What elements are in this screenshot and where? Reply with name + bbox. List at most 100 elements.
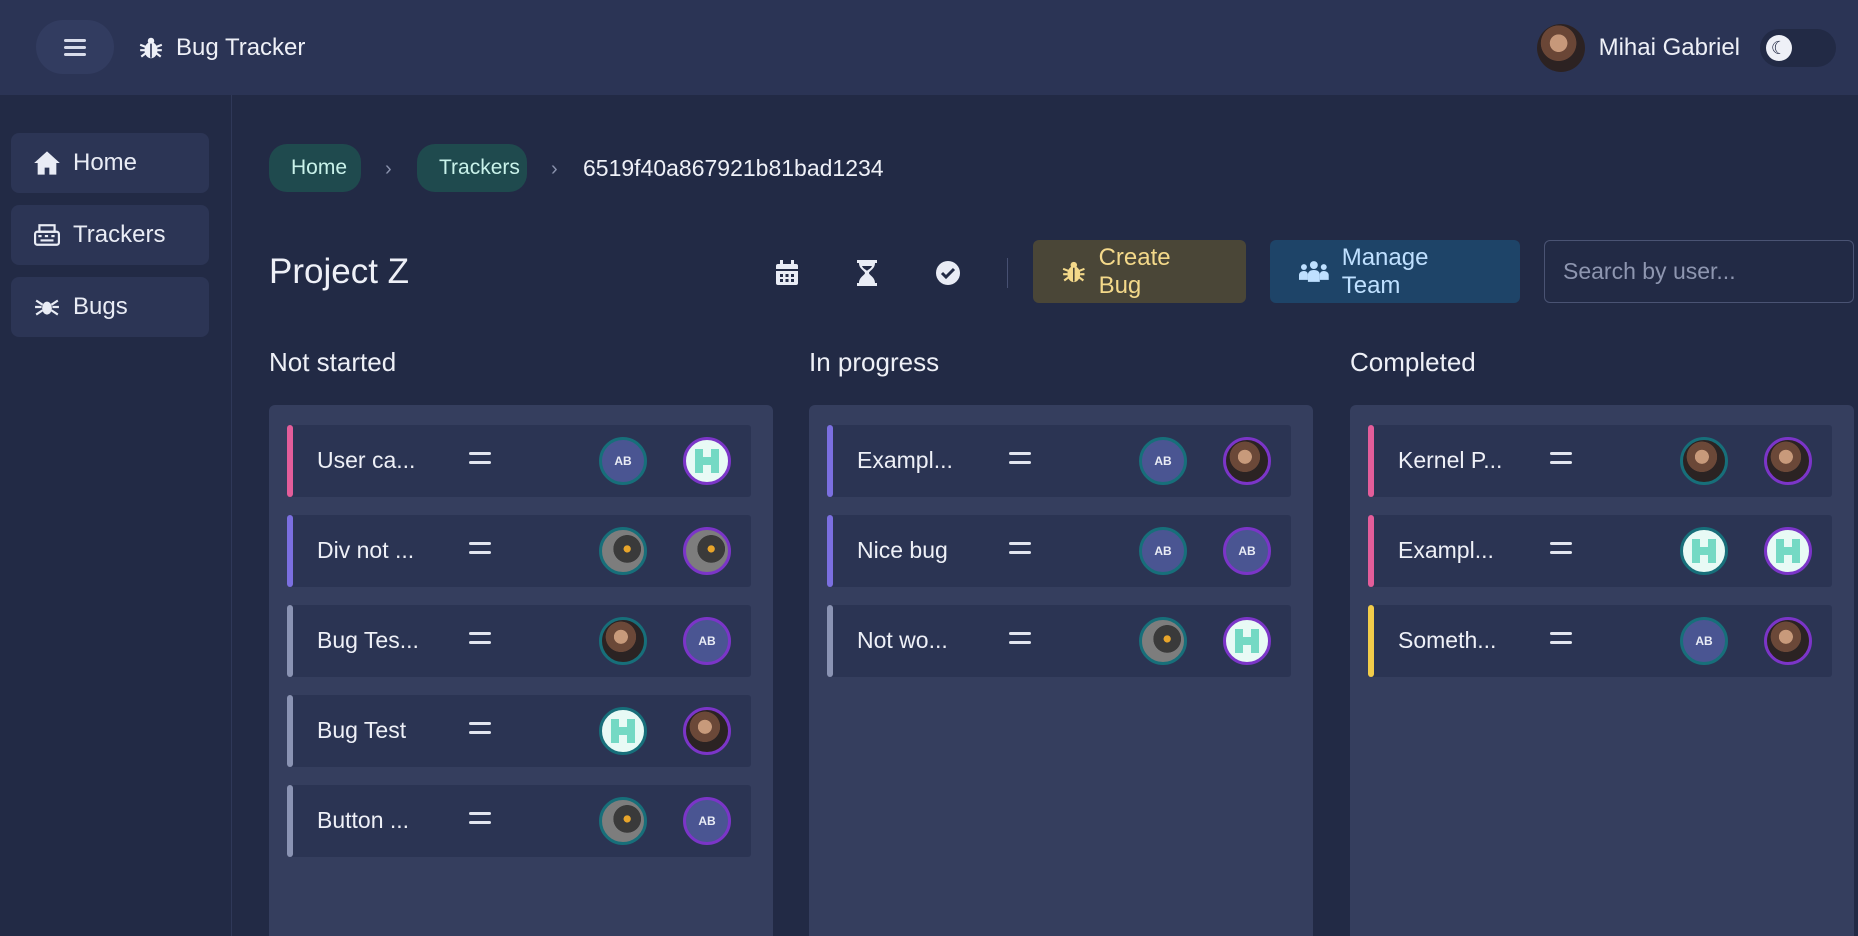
drag-handle-icon[interactable] bbox=[469, 632, 491, 650]
drag-handle-icon[interactable] bbox=[1550, 452, 1572, 470]
check-circle-icon[interactable] bbox=[933, 258, 963, 288]
sidebar-item-trackers[interactable]: Trackers bbox=[11, 205, 209, 265]
assignee-avatar[interactable] bbox=[1223, 617, 1271, 665]
theme-toggle[interactable]: ☾ bbox=[1760, 29, 1836, 67]
avatar-initials: AB bbox=[1238, 544, 1256, 558]
bug-card-title: Bug Tes... bbox=[317, 627, 419, 653]
assignee-avatar[interactable] bbox=[1764, 527, 1812, 575]
assignee-avatar[interactable] bbox=[1223, 437, 1271, 485]
calendar-icon[interactable] bbox=[772, 258, 802, 288]
bug-card-title: Div not ... bbox=[317, 537, 415, 563]
bug-card[interactable]: Exampl... bbox=[1368, 515, 1832, 587]
identicon bbox=[1776, 539, 1800, 563]
sidebar-item-label: Home bbox=[73, 149, 138, 176]
priority-bar bbox=[287, 425, 293, 497]
toolbar-divider bbox=[1007, 258, 1008, 288]
bug-icon bbox=[1062, 261, 1085, 282]
moon-icon: ☾ bbox=[1766, 35, 1792, 61]
drag-handle-icon[interactable] bbox=[1550, 542, 1572, 560]
bug-card-title: User ca... bbox=[317, 447, 416, 473]
create-bug-button[interactable]: Create Bug bbox=[1033, 240, 1246, 303]
priority-bar bbox=[827, 605, 833, 677]
menu-button[interactable] bbox=[36, 20, 114, 74]
breadcrumb-trackers[interactable]: Trackers bbox=[417, 144, 527, 192]
priority-bar bbox=[827, 515, 833, 587]
bug-card-title: Someth... bbox=[1398, 627, 1497, 653]
identicon bbox=[695, 449, 719, 473]
assignee-avatar[interactable]: AB bbox=[1223, 527, 1271, 575]
bug-card-title: Exampl... bbox=[857, 447, 953, 473]
user-name: Mihai Gabriel bbox=[1598, 34, 1740, 61]
breadcrumb-home[interactable]: Home bbox=[269, 144, 361, 192]
bug-card[interactable]: Nice bug AB AB bbox=[827, 515, 1291, 587]
drag-handle-icon[interactable] bbox=[1550, 632, 1572, 650]
drag-handle-icon[interactable] bbox=[469, 722, 491, 740]
priority-bar bbox=[827, 425, 833, 497]
assignee-avatar[interactable] bbox=[1764, 437, 1812, 485]
team-icon bbox=[1298, 260, 1329, 282]
bug-card-title: Button ... bbox=[317, 807, 410, 833]
reporter-avatar[interactable]: AB bbox=[1680, 617, 1728, 665]
create-bug-label: Create Bug bbox=[1098, 243, 1171, 299]
search-input[interactable] bbox=[1544, 240, 1854, 303]
breadcrumb-home-label: Home bbox=[291, 156, 348, 179]
sidebar: Home Trackers Bugs bbox=[0, 95, 232, 936]
sidebar-item-home[interactable]: Home bbox=[11, 133, 209, 193]
drag-handle-icon[interactable] bbox=[1009, 452, 1031, 470]
priority-bar bbox=[1368, 605, 1374, 677]
reporter-avatar[interactable] bbox=[1680, 527, 1728, 575]
user-menu[interactable]: Mihai Gabriel bbox=[1536, 22, 1740, 74]
assignee-avatar[interactable] bbox=[683, 527, 731, 575]
bug-card[interactable]: User ca... AB bbox=[287, 425, 751, 497]
breadcrumb-trackers-label: Trackers bbox=[439, 156, 520, 179]
bug-card[interactable]: Exampl... AB bbox=[827, 425, 1291, 497]
bug-card[interactable]: Button ... AB bbox=[287, 785, 751, 857]
avatar-initials: AB bbox=[1154, 454, 1172, 468]
app-brand[interactable]: Bug Tracker bbox=[138, 30, 305, 66]
manage-team-button[interactable]: Manage Team bbox=[1270, 240, 1520, 303]
assignee-avatar[interactable]: AB bbox=[683, 797, 731, 845]
priority-bar bbox=[287, 605, 293, 677]
hourglass-icon[interactable] bbox=[852, 258, 882, 288]
avatar-initials: AB bbox=[698, 634, 716, 648]
column-title-not-started: Not started bbox=[269, 347, 397, 377]
bug-card[interactable]: Kernel P... bbox=[1368, 425, 1832, 497]
manage-team-label: Manage Team bbox=[1341, 243, 1429, 299]
reporter-avatar[interactable] bbox=[599, 707, 647, 755]
reporter-avatar[interactable] bbox=[599, 527, 647, 575]
bug-card[interactable]: Bug Tes... AB bbox=[287, 605, 751, 677]
assignee-avatar[interactable] bbox=[1764, 617, 1812, 665]
drag-handle-icon[interactable] bbox=[469, 452, 491, 470]
column-completed: Kernel P... Exampl... Someth... AB bbox=[1350, 405, 1854, 936]
bug-card[interactable]: Someth... AB bbox=[1368, 605, 1832, 677]
sidebar-item-bugs[interactable]: Bugs bbox=[11, 277, 209, 337]
priority-bar bbox=[287, 785, 293, 857]
bug-card-title: Not wo... bbox=[857, 627, 948, 653]
assignee-avatar[interactable]: AB bbox=[683, 617, 731, 665]
reporter-avatar[interactable]: AB bbox=[1139, 527, 1187, 575]
reporter-avatar[interactable]: AB bbox=[1139, 437, 1187, 485]
drag-handle-icon[interactable] bbox=[1009, 632, 1031, 650]
drag-handle-icon[interactable] bbox=[469, 542, 491, 560]
priority-bar bbox=[1368, 425, 1374, 497]
assignee-avatar[interactable] bbox=[683, 707, 731, 755]
bug-card-title: Nice bug bbox=[857, 537, 948, 563]
drag-handle-icon[interactable] bbox=[469, 812, 491, 830]
identicon bbox=[611, 719, 635, 743]
reporter-avatar[interactable] bbox=[599, 797, 647, 845]
bug-card[interactable]: Not wo... bbox=[827, 605, 1291, 677]
column-title-in-progress: In progress bbox=[809, 347, 940, 377]
bug-card-title: Exampl... bbox=[1398, 537, 1494, 563]
identicon bbox=[1692, 539, 1716, 563]
reporter-avatar[interactable] bbox=[599, 617, 647, 665]
reporter-avatar[interactable] bbox=[1139, 617, 1187, 665]
breadcrumb-current: 6519f40a867921b81bad1234 bbox=[583, 155, 884, 181]
avatar-initials: AB bbox=[614, 454, 632, 468]
bug-card[interactable]: Div not ... bbox=[287, 515, 751, 587]
drag-handle-icon[interactable] bbox=[1009, 542, 1031, 560]
keyboard-icon bbox=[33, 221, 61, 249]
assignee-avatar[interactable] bbox=[683, 437, 731, 485]
reporter-avatar[interactable]: AB bbox=[599, 437, 647, 485]
bug-card[interactable]: Bug Test bbox=[287, 695, 751, 767]
reporter-avatar[interactable] bbox=[1680, 437, 1728, 485]
